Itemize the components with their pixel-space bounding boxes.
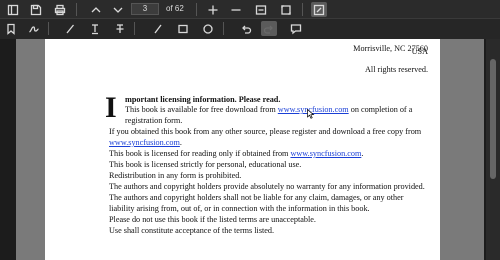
next-page-icon[interactable] [110, 2, 126, 17]
separator [48, 22, 49, 35]
strikethrough-text-icon[interactable] [112, 21, 128, 36]
panel-icon[interactable] [5, 2, 21, 17]
license-line-4-tail: . [179, 138, 182, 147]
bookmark-icon[interactable] [3, 21, 19, 36]
main-toolbar: 3 of 62 [0, 0, 500, 19]
country: USA [411, 47, 428, 56]
license-line-1-tail: on completion of a [348, 105, 413, 114]
separator [223, 22, 224, 35]
license-line-7: Redistribution in any form is prohibited… [109, 171, 242, 180]
zoom-in-icon[interactable] [205, 2, 221, 17]
page-margin-left [16, 39, 45, 260]
page-count: of 62 [166, 4, 184, 13]
page-number-input[interactable]: 3 [131, 3, 159, 15]
license-line-5-tail: . [361, 149, 364, 158]
fit-page-icon[interactable] [278, 2, 294, 17]
circle-tool-icon[interactable] [200, 21, 216, 36]
license-line-9: The authors and copyright holders shall … [109, 193, 404, 202]
scrollbar-thumb[interactable] [490, 59, 496, 179]
license-line-3: If you obtained this book from any other… [109, 127, 422, 136]
rights-notice: All rights reserved. [365, 65, 428, 74]
save-icon[interactable] [28, 2, 44, 17]
document-viewer[interactable]: Morrisville, NC 27560 USA All rights res… [0, 39, 500, 260]
previous-page-icon[interactable] [88, 2, 104, 17]
separator [302, 3, 303, 16]
license-line-8: The authors and copyright holders provid… [109, 182, 425, 191]
rectangle-tool-icon[interactable] [175, 21, 191, 36]
vertical-scrollbar[interactable] [486, 39, 500, 260]
highlight-pen-icon[interactable] [62, 21, 78, 36]
zoom-out-icon[interactable] [228, 2, 244, 17]
license-line-1: This book is available for free download… [125, 105, 412, 114]
annotation-toolbar [0, 19, 500, 39]
separator [134, 22, 135, 35]
page-margin-right [440, 39, 484, 260]
annotation-mode-icon[interactable] [311, 2, 327, 17]
license-heading: mportant licensing information. Please r… [125, 95, 281, 104]
redo-icon[interactable] [261, 21, 277, 36]
license-line-11: Please do not use this book if the liste… [109, 215, 316, 224]
license-line-6: This book is licensed strictly for perso… [109, 160, 302, 169]
license-line-2: registration form. [125, 116, 183, 125]
signature-icon[interactable] [26, 21, 42, 36]
print-icon[interactable] [52, 2, 68, 17]
license-line-5: This book is licensed for reading only i… [109, 149, 363, 158]
separator [76, 3, 77, 16]
comment-icon[interactable] [288, 21, 304, 36]
license-line-12: Use shall constitute acceptance of the t… [109, 226, 275, 235]
fit-width-icon[interactable] [253, 2, 269, 17]
dropcap: I [105, 91, 117, 124]
license-line-10: liability arising from, out of, or in co… [109, 204, 370, 213]
document-page[interactable]: Morrisville, NC 27560 USA All rights res… [45, 39, 440, 260]
mouse-cursor-icon [307, 109, 315, 119]
license-line-4: www.syncfusion.com. [109, 138, 182, 147]
underline-text-icon[interactable] [87, 21, 103, 36]
license-line-1-text: This book is available for free download… [125, 105, 278, 114]
syncfusion-link[interactable]: www.syncfusion.com [290, 149, 361, 158]
license-line-5-text: This book is licensed for reading only i… [109, 149, 291, 158]
separator [196, 3, 197, 16]
line-tool-icon[interactable] [150, 21, 166, 36]
undo-icon[interactable] [238, 21, 254, 36]
syncfusion-link[interactable]: www.syncfusion.com [109, 138, 180, 147]
